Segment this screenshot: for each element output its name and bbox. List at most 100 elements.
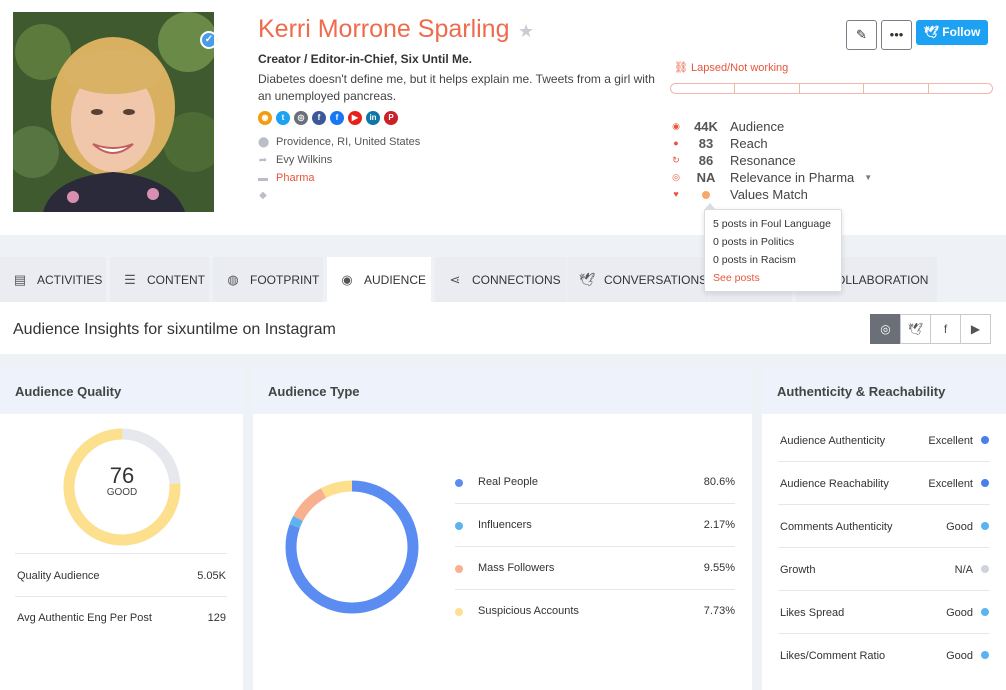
follow-button[interactable]: 🕊 Follow xyxy=(916,20,988,45)
authenticity-label: Audience Reachability xyxy=(780,478,889,490)
facebook-platform-button[interactable]: f xyxy=(930,314,961,344)
tooltip-line-politics: 0 posts in Politics xyxy=(713,236,795,248)
authenticity-value: Good xyxy=(946,607,973,619)
audience-type-label: Real People xyxy=(478,476,538,488)
people-icon: ● xyxy=(673,138,679,148)
metric-label: Reach xyxy=(730,135,768,151)
lapsed-label: Lapsed/Not working xyxy=(691,62,789,74)
metric-label: Resonance xyxy=(730,152,796,168)
more-icon: ••• xyxy=(889,27,904,42)
owner-text: Evy Wilkins xyxy=(276,154,333,166)
see-posts-link[interactable]: See posts xyxy=(713,269,833,287)
instagram-icon[interactable]: ◎ xyxy=(294,111,308,125)
twitter-icon: 🕊 xyxy=(907,322,924,336)
audience-type-value: 7.73% xyxy=(703,605,735,617)
facebook-icon[interactable]: f xyxy=(312,111,326,125)
legend-dot xyxy=(455,608,463,616)
tab-audience[interactable]: ◉ AUDIENCE xyxy=(327,257,431,302)
tab-label: CONTENT xyxy=(147,272,205,287)
authenticity-value: N/A xyxy=(954,564,973,576)
avg-authentic-eng-label: Avg Authentic Eng Per Post xyxy=(17,612,152,624)
tab-conversations[interactable]: 🕊 CONVERSATIONS xyxy=(567,257,709,302)
tab-label: ACTIVITIES xyxy=(37,272,103,287)
lapsed-progress-bar xyxy=(670,83,993,94)
authenticity-label: Audience Authenticity xyxy=(780,435,886,447)
audience-type-label: Influencers xyxy=(478,519,532,531)
category-link[interactable]: Pharma xyxy=(276,172,315,184)
authenticity-status-dot xyxy=(981,479,989,487)
relevance-dropdown-icon[interactable]: ▼ xyxy=(864,173,872,182)
profile-photo-image xyxy=(13,12,214,212)
audience-type-label: Mass Followers xyxy=(478,562,555,574)
platform-switcher: ◎ 🕊 f ▶ xyxy=(870,314,991,344)
metric-value: 86 xyxy=(698,152,714,168)
tooltip-arrow xyxy=(704,203,716,210)
location-row: ⬤ Providence, RI, United States xyxy=(258,136,420,148)
metric-label: Values Match xyxy=(730,186,808,202)
authenticity-title: Authenticity & Reachability xyxy=(762,368,1006,414)
authenticity-status-dot xyxy=(981,522,989,530)
avg-authentic-eng-value: 129 xyxy=(207,612,226,624)
authenticity-label: Likes/Comment Ratio xyxy=(780,650,886,662)
audience-type-value: 9.55% xyxy=(703,562,735,574)
insights-bar: Audience Insights for sixuntilme on Inst… xyxy=(0,302,1006,354)
twitter-icon[interactable]: t xyxy=(276,111,290,125)
metric-values-match: ♥ Values Match xyxy=(670,186,808,202)
authenticity-value: Good xyxy=(946,521,973,533)
rss-icon[interactable]: ◉ xyxy=(258,111,272,125)
category-row: ▬ Pharma xyxy=(258,172,315,184)
values-match-dot[interactable] xyxy=(702,190,710,199)
lapsed-status: ⛓ Lapsed/Not working xyxy=(674,61,788,74)
audience-quality-title: Audience Quality xyxy=(0,368,243,414)
audience-quality-panel: Audience Quality 76 GOOD Quality Audienc… xyxy=(0,368,243,690)
audience-type-panel: Audience Type Real People 80.6% Influencer… xyxy=(253,368,752,690)
folder-icon: ▬ xyxy=(258,172,268,184)
tab-label: AUDIENCE xyxy=(364,272,427,287)
profile-bio: Diabetes doesn't define me, but it helps… xyxy=(258,72,655,103)
favorite-star-icon[interactable]: ★ xyxy=(518,21,534,42)
tooltip-line-foul-language: 5 posts in Foul Language xyxy=(713,218,831,230)
quality-audience-label: Quality Audience xyxy=(17,570,100,582)
authenticity-value: Excellent xyxy=(928,478,973,490)
share-icon: ⋖ xyxy=(449,271,461,287)
quality-audience-value: 5.05K xyxy=(197,570,226,582)
follow-label: Follow xyxy=(942,25,981,39)
twitter-platform-button[interactable]: 🕊 xyxy=(900,314,931,344)
tag-icon[interactable]: ◆ xyxy=(258,190,268,201)
eye-icon: ◉ xyxy=(672,120,680,131)
authenticity-status-dot xyxy=(981,436,989,444)
insights-title: Audience Insights for sixuntilme on Inst… xyxy=(13,321,336,338)
tab-label: FOOTPRINT xyxy=(250,272,320,287)
diamond-icon: ♥ xyxy=(673,189,679,199)
edit-button[interactable]: ✎ xyxy=(846,20,877,50)
tab-label: CONVERSATIONS xyxy=(604,272,708,287)
tab-activities[interactable]: ▤ ACTIVITIES xyxy=(0,257,106,302)
metric-value: 44K xyxy=(694,118,718,134)
metric-value: NA xyxy=(696,169,716,185)
quality-score-label: GOOD xyxy=(106,487,138,498)
metric-audience: ◉ 44K Audience xyxy=(670,118,784,134)
tab-content[interactable]: ☰ CONTENT xyxy=(110,257,209,302)
verified-icon: ✓ xyxy=(200,31,214,49)
refresh-icon: ↻ xyxy=(672,154,680,165)
youtube-platform-button[interactable]: ▶ xyxy=(960,314,991,344)
location-text: Providence, RI, United States xyxy=(276,136,421,148)
more-options-button[interactable]: ••• xyxy=(881,20,912,50)
tab-connections[interactable]: ⋖ CONNECTIONS xyxy=(435,257,566,302)
youtube-icon[interactable]: ▶ xyxy=(348,111,362,125)
linkedin-icon[interactable]: in xyxy=(366,111,380,125)
metric-value xyxy=(682,187,730,202)
metric-value: 83 xyxy=(698,135,714,151)
tab-footprint[interactable]: ◍ FOOTPRINT xyxy=(213,257,323,302)
audience-type-donut xyxy=(285,480,419,614)
authenticity-status-dot xyxy=(981,651,989,659)
tags-row: ◆ xyxy=(258,190,268,201)
profile-header: ✓ Kerri Morrone Sparling ★ Creator / Edi… xyxy=(0,0,1006,235)
facebook-page-icon[interactable]: f xyxy=(330,111,344,125)
authenticity-value: Excellent xyxy=(928,435,973,447)
pinterest-icon[interactable]: P xyxy=(384,111,398,125)
instagram-platform-button[interactable]: ◎ xyxy=(870,314,901,344)
profile-photo: ✓ xyxy=(13,12,214,212)
share-arrow-icon: ➦ xyxy=(258,154,268,166)
legend-dot xyxy=(455,522,463,530)
